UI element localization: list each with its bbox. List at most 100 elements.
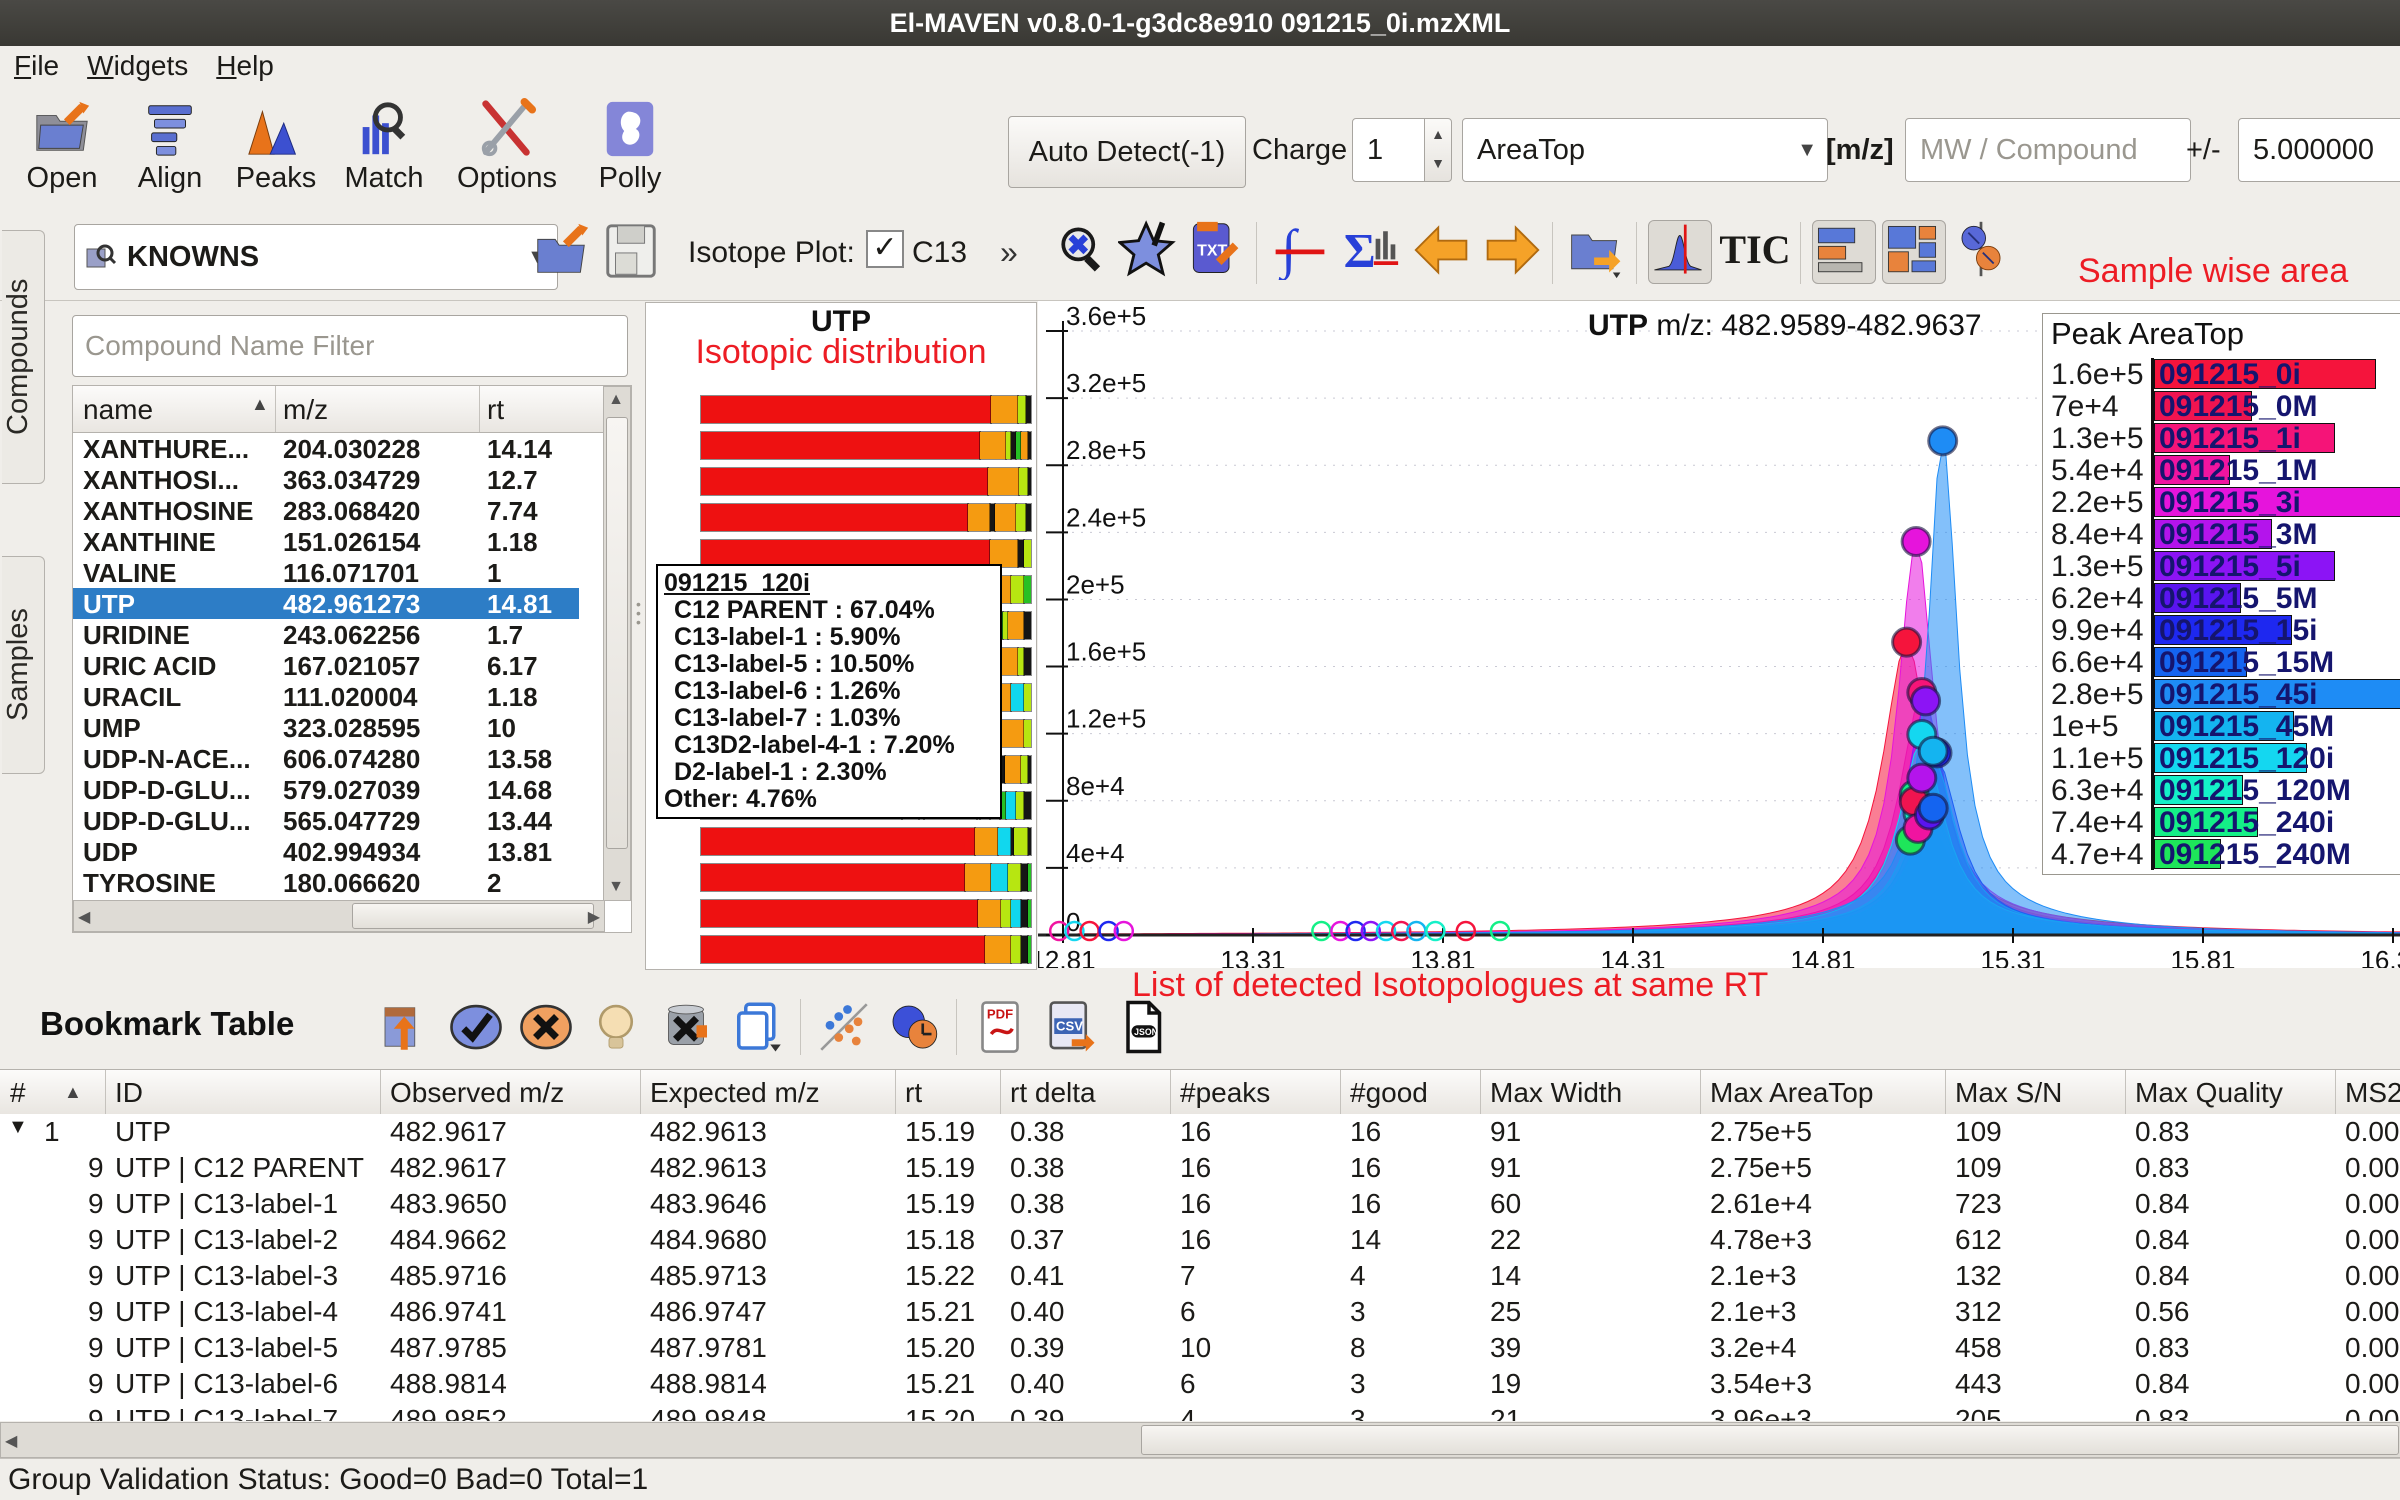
isotope-bar[interactable]: [701, 504, 1031, 531]
col-name[interactable]: name: [83, 394, 153, 426]
bt-col-observed-m-z[interactable]: Observed m/z: [390, 1077, 564, 1109]
library-combo[interactable]: KNOWNS ▼: [74, 224, 558, 290]
bookmark-row[interactable]: 9UTP | C13-label-4486.9741486.974715.210…: [0, 1294, 2400, 1330]
integrate-area-button[interactable]: ∫: [1270, 220, 1332, 282]
charge-spinbox[interactable]: 1: [1352, 118, 1434, 182]
legend-entry[interactable]: 7.4e+4091215_240i: [2051, 806, 2400, 838]
bt-col-max-width[interactable]: Max Width: [1490, 1077, 1622, 1109]
load-library-button[interactable]: [530, 220, 592, 282]
match-button[interactable]: Match: [332, 98, 436, 195]
duplicate-table-button[interactable]: [730, 999, 786, 1055]
bookmark-row[interactable]: 9UTP | C13-label-6488.9814488.981415.210…: [0, 1366, 2400, 1402]
legend-entry[interactable]: 1.3e+5091215_5i: [2051, 550, 2400, 582]
export-csv-button[interactable]: CSV: [1042, 999, 1098, 1055]
export-json-button[interactable]: JSON: [1114, 999, 1170, 1055]
bookmark-star-button[interactable]: [1118, 220, 1180, 282]
prev-group-button[interactable]: [1412, 220, 1474, 282]
legend-entry[interactable]: 9.9e+4091215_15i: [2051, 614, 2400, 646]
toolbar-overflow-chevron[interactable]: »: [1000, 234, 1018, 271]
scroll-down-icon[interactable]: ▼: [604, 878, 628, 896]
isotope-bar[interactable]: [701, 864, 1031, 891]
scroll-left-icon[interactable]: ◀: [78, 907, 90, 927]
legend-entry[interactable]: 5.4e+4091215_1M: [2051, 454, 2400, 486]
bt-col-expected-m-z[interactable]: Expected m/z: [650, 1077, 820, 1109]
legend-entry[interactable]: 6.6e+4091215_15M: [2051, 646, 2400, 678]
peaks-button[interactable]: Peaks: [228, 98, 324, 195]
legend-entry[interactable]: 7e+4091215_0M: [2051, 390, 2400, 422]
hscroll-thumb[interactable]: [352, 903, 594, 929]
bt-col-max-s-n[interactable]: Max S/N: [1955, 1077, 2062, 1109]
bt-col-rt-delta[interactable]: rt delta: [1010, 1077, 1096, 1109]
compound-filter-input[interactable]: Compound Name Filter: [72, 315, 628, 377]
export-pdf-button[interactable]: PDF: [972, 999, 1028, 1055]
bookmark-row[interactable]: 9UTP | C13-label-3485.9716485.971315.220…: [0, 1258, 2400, 1294]
bookmark-row[interactable]: 9UTP | C13-label-5487.9785487.978115.200…: [0, 1330, 2400, 1366]
open-button[interactable]: Open: [14, 98, 110, 195]
compound-hscrollbar[interactable]: ◀ ▶: [73, 900, 605, 932]
gallery-rows-toggle[interactable]: [1812, 220, 1876, 284]
bookmark-hscrollbar[interactable]: ◀: [0, 1422, 2400, 1458]
col-rt[interactable]: rt: [487, 394, 504, 426]
legend-entry[interactable]: 1.1e+5091215_120i: [2051, 742, 2400, 774]
tab-compounds[interactable]: Compounds: [2, 230, 45, 484]
compound-row-udp[interactable]: UDP402.99493413.81: [73, 836, 579, 867]
bookmark-row[interactable]: 9UTP | C12 PARENT482.9617482.961315.190.…: [0, 1150, 2400, 1186]
tab-samples[interactable]: Samples: [2, 556, 45, 774]
legend-entry[interactable]: 2.2e+5091215_3i: [2051, 486, 2400, 518]
scroll-up-icon[interactable]: ▲: [604, 391, 628, 409]
isotope-bar[interactable]: [701, 432, 1031, 459]
tolerance-input[interactable]: 5.000000: [2238, 118, 2400, 182]
vscroll-thumb[interactable]: [606, 417, 628, 849]
compound-table-header[interactable]: name ▲ m/z rt: [73, 386, 605, 433]
compound-row-utp[interactable]: UTP482.96127314.81: [73, 588, 579, 619]
bookmark-row[interactable]: 9UTP | C13-label-2484.9662484.968015.180…: [0, 1222, 2400, 1258]
bt-col-ms2[interactable]: MS2: [2345, 1077, 2400, 1109]
zoom-reset-button[interactable]: [1052, 220, 1114, 282]
compound-row-udp-n-ace-[interactable]: UDP-N-ACE...606.07428013.58: [73, 743, 579, 774]
legend-entry[interactable]: 6.2e+4091215_5M: [2051, 582, 2400, 614]
legend-entry[interactable]: 1.3e+5091215_1i: [2051, 422, 2400, 454]
splitter-handle[interactable]: •••: [636, 600, 642, 627]
col-mz[interactable]: m/z: [283, 394, 328, 426]
compound-vscrollbar[interactable]: ▲ ▼: [603, 386, 631, 901]
mark-good-button[interactable]: [448, 999, 504, 1055]
compound-row-xanthosi-[interactable]: XANTHOSI...363.03472912.7: [73, 464, 579, 495]
compare-samples-button[interactable]: [886, 999, 942, 1055]
save-library-button[interactable]: [600, 220, 662, 282]
menu-h[interactable]: Help: [216, 50, 274, 82]
bt-col--[interactable]: #: [10, 1077, 26, 1109]
compound-row-xanthine[interactable]: XANTHINE151.0261541.18: [73, 526, 579, 557]
isotope-bar[interactable]: [701, 396, 1031, 423]
spin-up-icon[interactable]: ▲: [1425, 119, 1451, 149]
export-txt-button[interactable]: TXT: [1184, 220, 1246, 282]
compound-row-ump[interactable]: UMP323.02859510: [73, 712, 579, 743]
bt-col-rt[interactable]: rt: [905, 1077, 922, 1109]
isotope-bar[interactable]: [701, 468, 1031, 495]
legend-entry[interactable]: 6.3e+4091215_120M: [2051, 774, 2400, 806]
mw-compound-input[interactable]: MW / Compound: [1905, 118, 2191, 182]
dock-widget-button[interactable]: [378, 999, 434, 1055]
isotope-bar[interactable]: [701, 900, 1031, 927]
auto-detect-button[interactable]: Auto Detect(-1): [1008, 116, 1246, 188]
group-summation-button[interactable]: Σ: [1340, 220, 1402, 282]
bt-col-max-quality[interactable]: Max Quality: [2135, 1077, 2283, 1109]
eic-plot-panel[interactable]: 4e+48e+41.2e+51.6e+52e+52.4e+52.8e+53.2e…: [1038, 301, 2400, 968]
options-button[interactable]: Options: [452, 98, 562, 195]
polly-button[interactable]: Polly: [582, 98, 678, 195]
mark-bad-button[interactable]: [518, 999, 574, 1055]
compound-row-uracil[interactable]: URACIL111.0200041.18: [73, 681, 579, 712]
scroll-right-icon[interactable]: ▶: [588, 907, 600, 927]
bookmark-row[interactable]: ▼1UTP482.9617482.961315.190.381616912.75…: [0, 1114, 2400, 1150]
bookmark-table-header[interactable]: #▲IDObserved m/zExpected m/zrtrt delta#p…: [0, 1069, 2400, 1115]
scatter-plot-button[interactable]: [816, 999, 872, 1055]
gallery-grid-toggle[interactable]: [1882, 220, 1946, 284]
compound-row-udp-d-glu-[interactable]: UDP-D-GLU...579.02703914.68: [73, 774, 579, 805]
isotope-bar[interactable]: [701, 540, 1031, 567]
bookmark-row[interactable]: 9UTP | C13-label-1483.9650483.964615.190…: [0, 1186, 2400, 1222]
menu-f[interactable]: File: [14, 50, 59, 82]
legend-entry[interactable]: 2.8e+5091215_45i: [2051, 678, 2400, 710]
menu-w[interactable]: Widgets: [87, 50, 188, 82]
overlay-plots-button[interactable]: [1952, 220, 2014, 282]
next-group-button[interactable]: [1482, 220, 1544, 282]
train-model-button[interactable]: [588, 999, 644, 1055]
